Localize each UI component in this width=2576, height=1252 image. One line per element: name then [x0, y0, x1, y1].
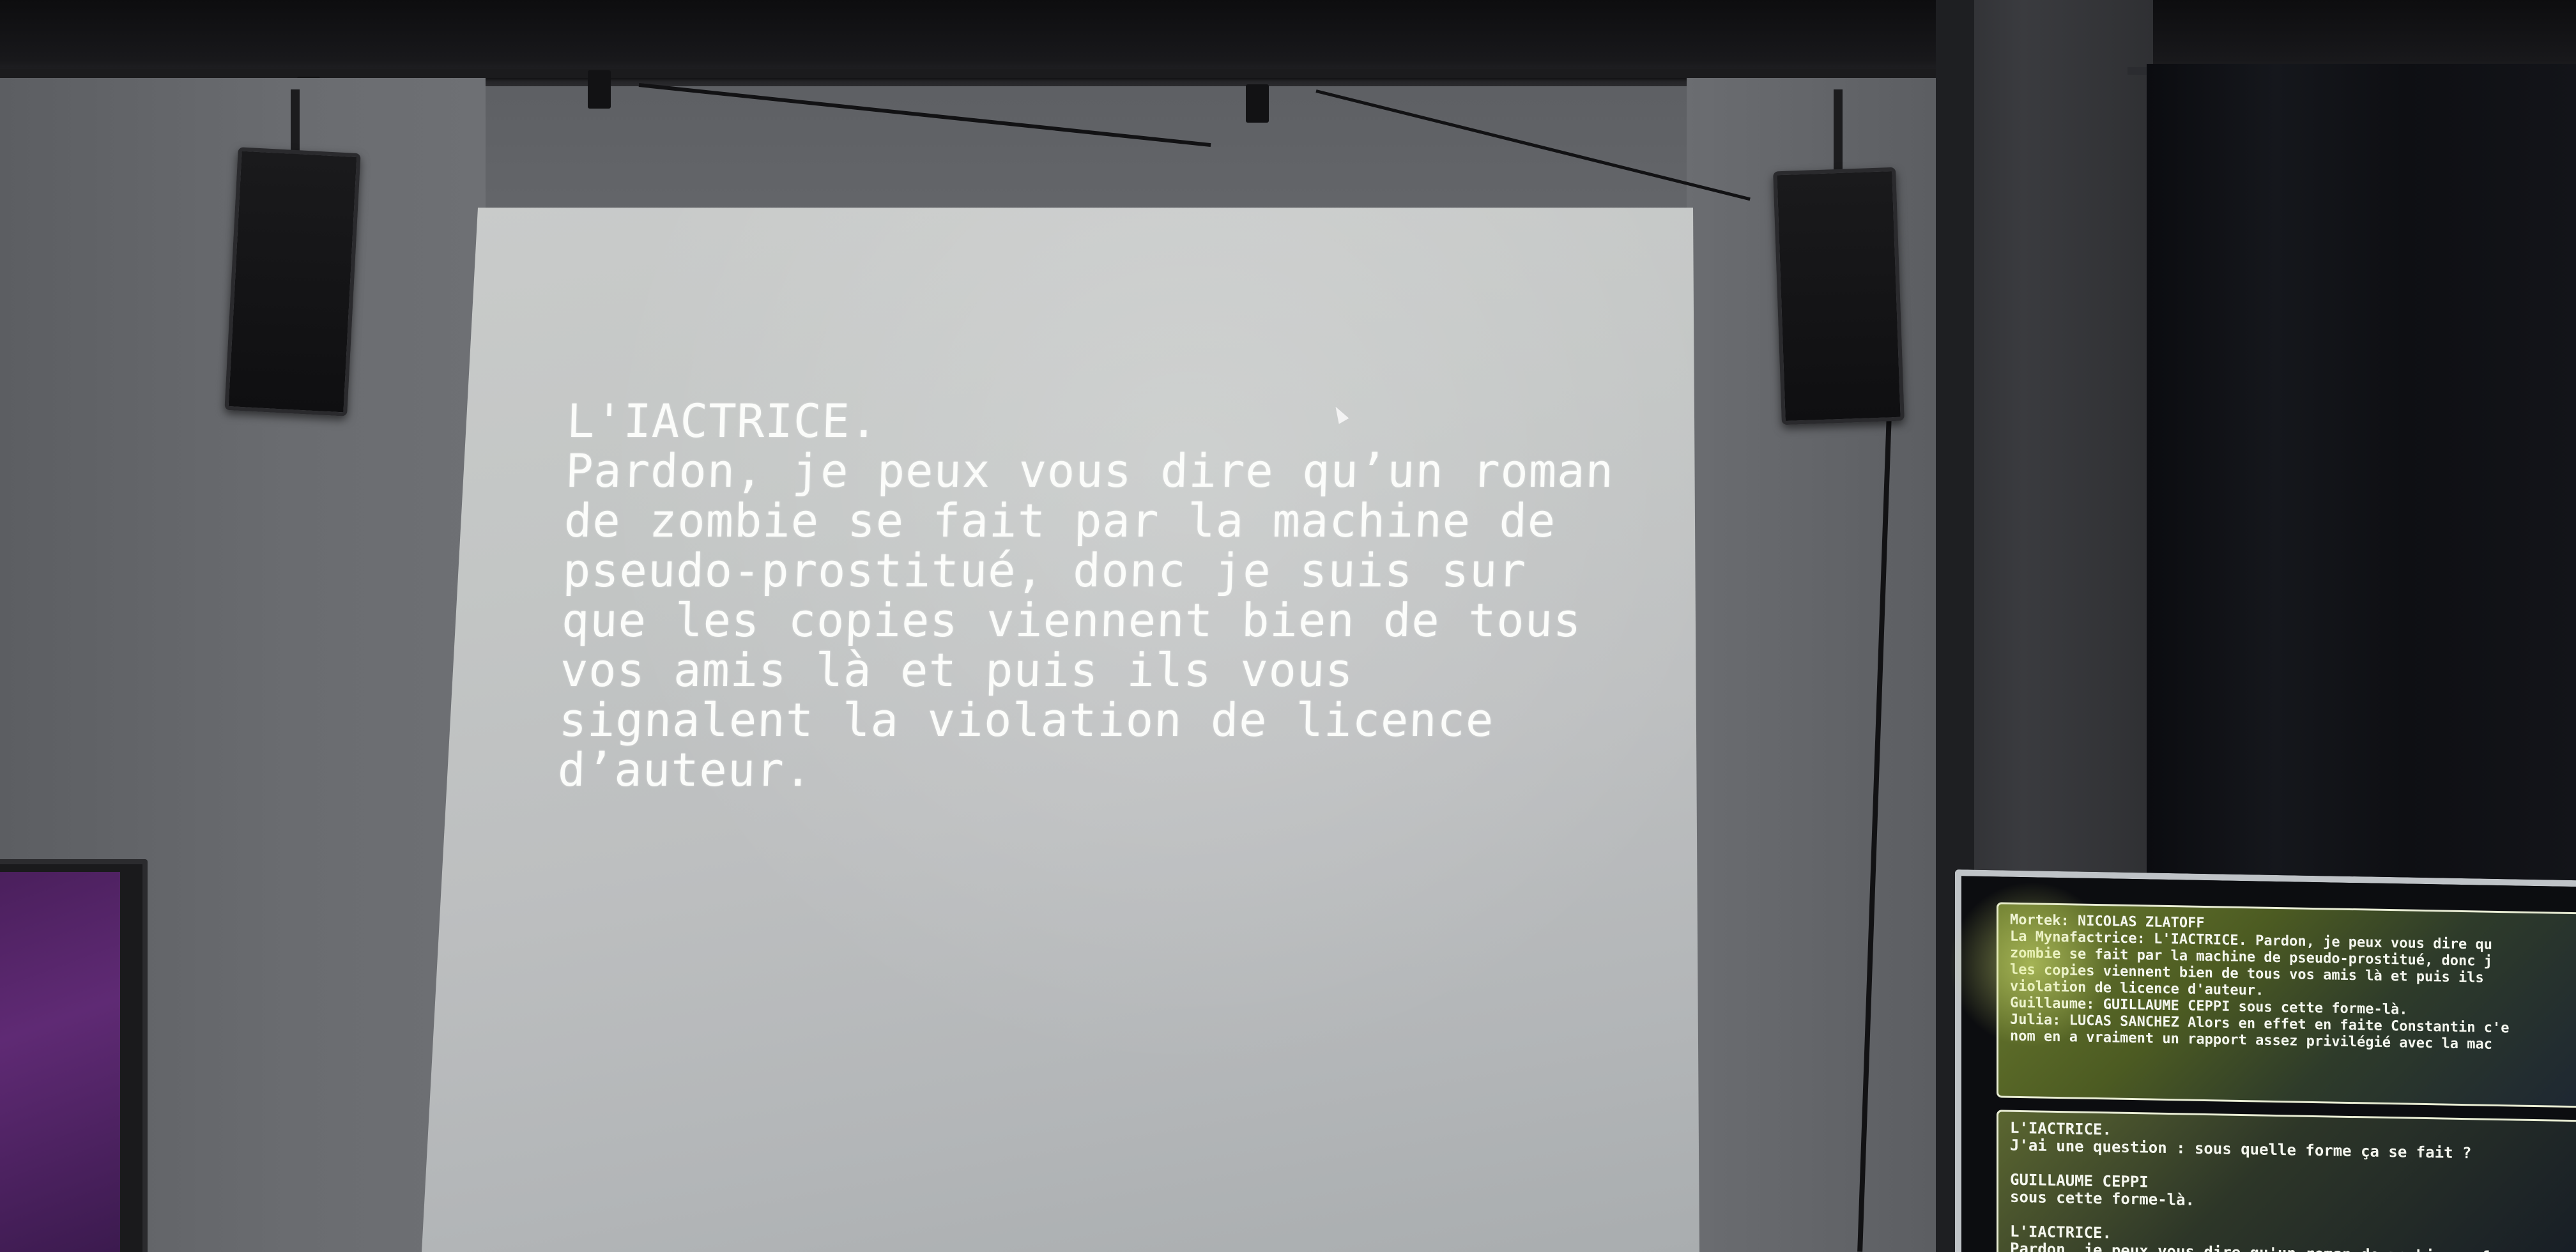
theater-stage: L'IACTRICE. Pardon, je peux vous dire qu… — [0, 0, 2576, 1252]
script-panel: L'IACTRICE. J'ai une question : sous que… — [1997, 1110, 2576, 1252]
right-speaker — [1773, 167, 1905, 425]
rig-clamp — [1246, 84, 1269, 123]
rig-clamp — [588, 70, 611, 109]
script-text: L'IACTRICE. J'ai une question : sous que… — [2010, 1118, 2499, 1252]
screen-glare — [1949, 882, 2115, 1048]
left-speaker — [224, 147, 361, 416]
cable — [638, 83, 1211, 148]
speaker-mount — [291, 89, 300, 160]
left-monitor-screen — [0, 872, 120, 1252]
projected-dialogue: L'IACTRICE. Pardon, je peux vous dire qu… — [556, 394, 1615, 797]
cable — [1315, 89, 1751, 201]
speaker-mount — [1834, 89, 1843, 172]
